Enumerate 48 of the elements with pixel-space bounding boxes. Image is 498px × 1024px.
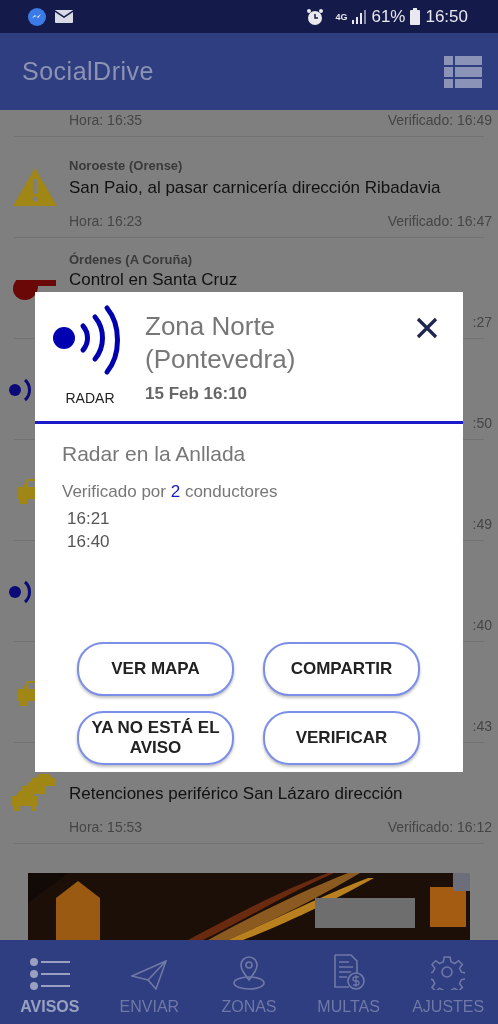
document-dollar-icon: [332, 954, 365, 990]
app-title: SocialDrive: [22, 57, 154, 86]
verified-time: :43: [472, 718, 492, 734]
alert-date: 15 Feb 16:10: [145, 384, 249, 404]
gear-icon: [431, 956, 466, 990]
alert-region: Órdenes (A Coruña): [69, 252, 194, 267]
alert-time: Hora: 15:53: [69, 819, 143, 835]
alert-region: Noroeste (Orense): [69, 158, 184, 173]
alert-title[interactable]: Retenciones periférico San Lázaro dirección: [69, 784, 492, 804]
list-view-icon[interactable]: [444, 55, 482, 88]
alert-title[interactable]: Control en Santa Cruz: [69, 270, 492, 289]
verified-time: Verificado: 16:49: [387, 112, 492, 128]
cars-icon: [11, 774, 58, 812]
battery-icon: [410, 8, 421, 25]
action-button[interactable]: YA NO ESTÁ EL AVISO: [77, 711, 234, 765]
location-pin-icon: [232, 956, 266, 990]
verified-time: Verificado: 16:47: [387, 213, 492, 229]
verified-time: :40: [472, 617, 492, 633]
alert-title[interactable]: San Paio, al pasar carnicería dirección Ribadavia: [69, 178, 492, 198]
list-icon: [29, 958, 70, 990]
verification-time: 16:21: [67, 508, 111, 530]
verified-count-text: Verificado por 2 conductores: [62, 482, 279, 502]
action-button[interactable]: VER MAPA: [77, 642, 234, 696]
nav-tab[interactable]: AVISOS: [0, 940, 100, 1024]
verification-time: 16:40: [67, 531, 111, 553]
network-type: 4G: [335, 11, 348, 22]
verified-time: Verificado: 16:12: [387, 819, 492, 835]
action-button[interactable]: VERIFICAR: [263, 711, 420, 765]
battery-percent: 61%: [371, 6, 406, 27]
verified-time: :27: [472, 314, 492, 330]
close-icon[interactable]: [416, 317, 438, 339]
signal-icon: [352, 9, 367, 24]
action-button[interactable]: COMPARTIR: [263, 642, 420, 696]
category-label: RADAR: [65, 390, 115, 406]
zone-title: Zona Norte (Pontevedra): [145, 310, 297, 375]
alert-time: Hora: 16:35: [69, 112, 143, 128]
alarm-icon: [306, 7, 325, 26]
radar-icon: [7, 376, 34, 402]
paper-plane-icon: [131, 960, 168, 990]
radar-icon: [7, 578, 34, 604]
alert-description: Radar en la Anllada: [62, 442, 247, 466]
warning-icon: [11, 167, 58, 207]
verified-time: :50: [472, 415, 492, 431]
messenger-icon: [27, 6, 47, 27]
clock: 16:50: [425, 6, 468, 27]
alert-time: Hora: 16:23: [69, 213, 143, 229]
verified-time: :49: [472, 516, 492, 532]
mail-icon: [55, 10, 73, 23]
